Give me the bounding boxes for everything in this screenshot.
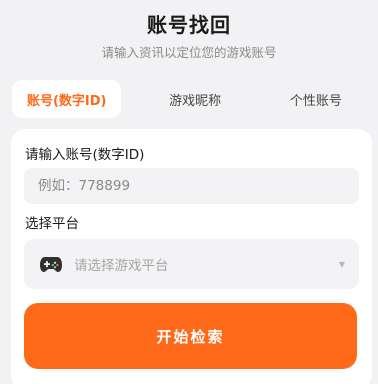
page-subtitle: 请输入资讯以定位您的游戏账号 xyxy=(101,45,277,60)
account-label: 请输入账号(数字ID) xyxy=(25,147,145,163)
platform-select[interactable]: 请选择游戏平台 ▼ xyxy=(24,239,359,289)
platform-placeholder: 请选择游戏平台 xyxy=(74,258,169,274)
platform-label: 选择平台 xyxy=(25,216,79,232)
tab-nickname[interactable]: 游戏昵称 xyxy=(140,80,249,118)
page-title: 账号找回 xyxy=(147,13,231,37)
header: 账号找回 请输入资讯以定位您的游戏账号 xyxy=(0,12,378,61)
search-mode-tabs: 账号(数字ID) 游戏昵称 个性账号 xyxy=(12,80,366,118)
account-input[interactable] xyxy=(24,168,359,204)
account-input-box xyxy=(24,168,359,204)
tab-custom-account[interactable]: 个性账号 xyxy=(266,80,366,118)
search-form-card: 请输入账号(数字ID) 选择平台 请选择游戏平台 ▼ 开始检索 xyxy=(11,129,372,384)
chevron-down-icon: ▼ xyxy=(338,259,345,269)
start-search-button[interactable]: 开始检索 xyxy=(24,303,357,369)
tab-account-id[interactable]: 账号(数字ID) xyxy=(12,80,122,118)
gamepad-icon xyxy=(40,255,62,273)
